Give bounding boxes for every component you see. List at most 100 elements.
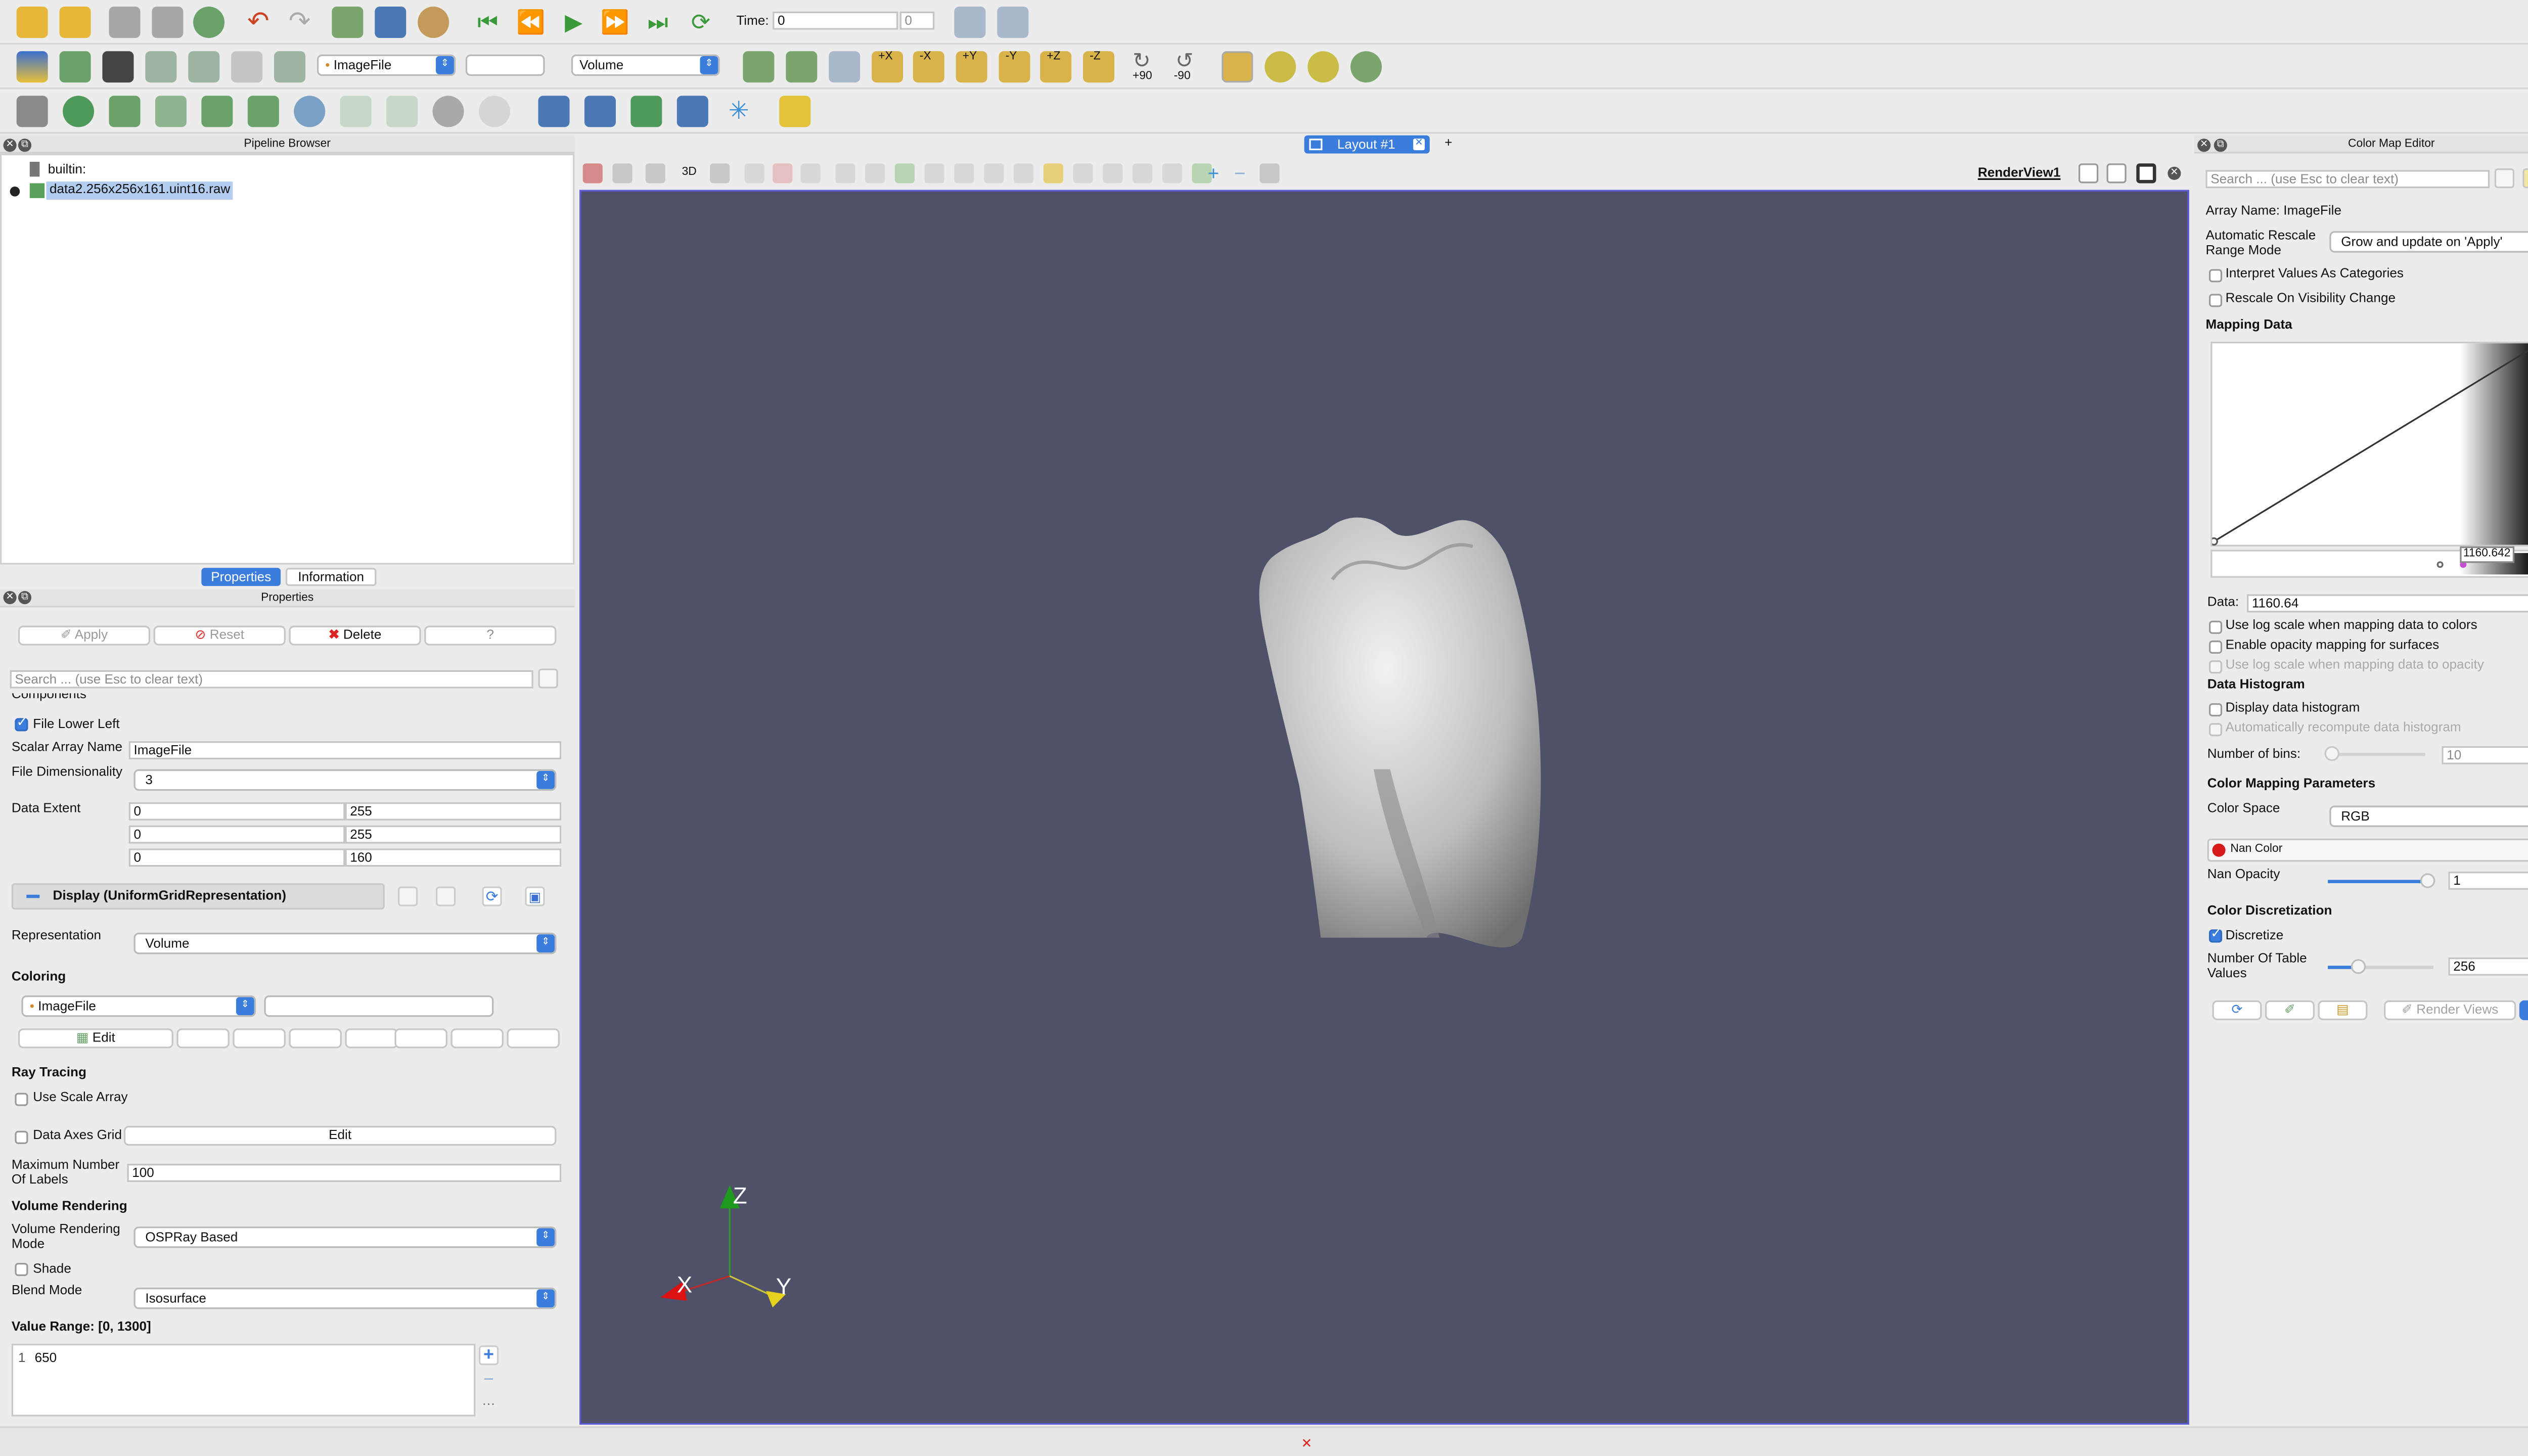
select-cells-icon[interactable]	[773, 163, 793, 184]
nan-color-button[interactable]: Nan Color	[2207, 838, 2528, 862]
close-tab-icon[interactable]: ✕	[1413, 139, 1425, 151]
render-view-icon[interactable]	[582, 163, 603, 184]
auto-rescale-select[interactable]: Grow and update on 'Apply' ⇕	[2329, 231, 2528, 253]
eye-icon[interactable]	[10, 186, 20, 197]
coloring-array-select[interactable]: • ImageFile ⇕	[21, 995, 256, 1017]
add-layout-tab[interactable]: +	[1444, 135, 1452, 152]
log-colors-checkbox[interactable]	[2208, 620, 2223, 634]
nan-opacity-slider[interactable]	[2328, 873, 2435, 888]
find-data-icon[interactable]	[538, 96, 570, 127]
use-scale-array-checkbox[interactable]	[15, 1093, 28, 1106]
clear-selection-icon[interactable]	[1259, 163, 1280, 184]
maximize-icon[interactable]	[2136, 163, 2156, 184]
close-view-icon[interactable]: ✕	[2168, 166, 2181, 180]
spreadsheet-icon[interactable]	[584, 96, 616, 127]
coloring-component-select[interactable]	[264, 995, 494, 1017]
delete-button[interactable]: ✖ Delete	[289, 625, 421, 646]
python-shell-icon[interactable]	[630, 96, 662, 127]
nan-opacity-input[interactable]: 1	[2448, 872, 2528, 890]
reset-camera-icon[interactable]	[743, 51, 775, 83]
save-preset-icon[interactable]	[2522, 168, 2528, 189]
file-dimensionality-select[interactable]: 3 ⇕	[133, 769, 557, 791]
color-point-marker[interactable]	[2436, 561, 2444, 568]
representation-select[interactable]: Volume ⇕	[571, 54, 720, 76]
close-icon[interactable]: ✕	[3, 139, 17, 152]
choose-preset-button[interactable]	[176, 1028, 230, 1049]
cme-edit-button[interactable]: ✐	[2265, 1000, 2315, 1020]
close-icon[interactable]: ✕	[2197, 139, 2211, 152]
extent-z-min[interactable]: 0	[128, 848, 345, 867]
select-points-icon[interactable]	[744, 163, 764, 184]
vr-mode-select[interactable]: OSPRay Based ⇕	[133, 1226, 557, 1248]
discretize-checkbox[interactable]	[2208, 926, 2223, 943]
edit-colormap-button[interactable]: ▦ Edit	[18, 1028, 173, 1049]
display-histogram-checkbox[interactable]	[2208, 703, 2223, 717]
help-button[interactable]: ?	[424, 625, 557, 646]
remove-value-icon[interactable]: −	[479, 1371, 499, 1391]
edit-color-map-icon[interactable]	[59, 51, 91, 83]
isovalue-value[interactable]: 650	[35, 1350, 57, 1367]
reset-range-icon[interactable]	[102, 51, 134, 83]
num-table-values-input[interactable]: 256	[2448, 957, 2528, 976]
previous-frame-icon[interactable]: ⏪	[515, 7, 547, 38]
isovalue-list[interactable]: 1 650	[11, 1343, 476, 1417]
extent-x-min[interactable]: 0	[128, 802, 345, 821]
color-legend-icon[interactable]	[16, 51, 48, 83]
reset-camera-closest-icon[interactable]	[786, 51, 818, 83]
save-state-icon[interactable]	[152, 7, 184, 38]
split-vertical-icon[interactable]	[2106, 163, 2127, 184]
properties-search-input[interactable]: Search ... (use Esc to clear text)	[10, 670, 533, 689]
add-selection-icon[interactable]: +	[1203, 163, 1223, 183]
undo-icon[interactable]: ↶	[243, 7, 274, 38]
representation-prop-select[interactable]: Volume ⇕	[133, 932, 557, 954]
snowflake-icon[interactable]: ✳	[723, 96, 754, 127]
gear-icon[interactable]	[2494, 168, 2515, 189]
redo-icon[interactable]: ↷	[284, 7, 315, 38]
rescale-temporal-icon[interactable]	[188, 51, 220, 83]
apply-button[interactable]: ✐ Apply	[18, 625, 151, 646]
opacity-surfaces-checkbox[interactable]	[2208, 640, 2223, 654]
rescale-visible-button[interactable]	[394, 1028, 447, 1049]
cme-refresh-button[interactable]: ⟳	[2212, 1000, 2262, 1020]
hover-points-icon[interactable]	[924, 163, 944, 184]
time-input[interactable]: 0	[773, 11, 898, 30]
threshold-icon[interactable]	[201, 96, 233, 127]
paste-display-icon[interactable]	[436, 886, 456, 906]
gear-icon[interactable]	[538, 668, 558, 689]
show-legend-button[interactable]	[450, 1028, 504, 1049]
cme-presets-button[interactable]: ▤	[2318, 1000, 2368, 1020]
scalar-array-name-input[interactable]: ImageFile	[128, 741, 562, 760]
split-horizontal-icon[interactable]	[2079, 163, 2099, 184]
camera-redo-icon[interactable]	[375, 7, 407, 38]
array-select[interactable]: • ImageFile ⇕	[317, 54, 456, 76]
shade-checkbox[interactable]	[15, 1262, 28, 1277]
zoom-to-data-icon[interactable]	[829, 51, 861, 83]
interactive-select-icon[interactable]	[894, 163, 915, 184]
num-table-values-handle[interactable]	[2351, 959, 2366, 974]
max-labels-input[interactable]: 100	[127, 1164, 562, 1182]
hover-cells-icon[interactable]	[954, 163, 974, 184]
data-axes-grid-edit-button[interactable]: Edit	[123, 1125, 557, 1146]
contour-icon[interactable]	[63, 96, 95, 127]
rescale-custom-button[interactable]	[289, 1028, 342, 1049]
shrink-selection-icon[interactable]	[1013, 163, 1034, 184]
rescale-temporal-button[interactable]	[345, 1028, 398, 1049]
display-section-header[interactable]: Display (UniformGridRepresentation)	[11, 883, 385, 910]
extract-level-icon[interactable]	[478, 96, 510, 127]
glyph-icon[interactable]	[294, 96, 326, 127]
next-frame-icon[interactable]: ⏩	[599, 7, 630, 38]
plot-over-line-icon[interactable]	[676, 96, 708, 127]
label-cells-icon[interactable]	[1132, 163, 1153, 184]
toggle-3d-label[interactable]: 3D	[682, 165, 697, 182]
warp-vector-icon[interactable]	[386, 96, 418, 127]
stream-tracer-icon[interactable]	[340, 96, 372, 127]
loop-icon[interactable]: ⟳	[685, 7, 716, 38]
extent-y-max[interactable]: 255	[345, 825, 562, 844]
layout-tab[interactable]: Layout #1 ✕	[1304, 135, 1430, 154]
connect-icon[interactable]	[193, 7, 225, 38]
rotation-center-icon[interactable]	[1350, 51, 1382, 83]
last-frame-icon[interactable]: ⏭	[642, 7, 673, 38]
save-display-icon[interactable]: ▣	[525, 886, 545, 906]
ruler-icon[interactable]	[779, 96, 811, 127]
tab-properties[interactable]: Properties	[201, 568, 281, 586]
